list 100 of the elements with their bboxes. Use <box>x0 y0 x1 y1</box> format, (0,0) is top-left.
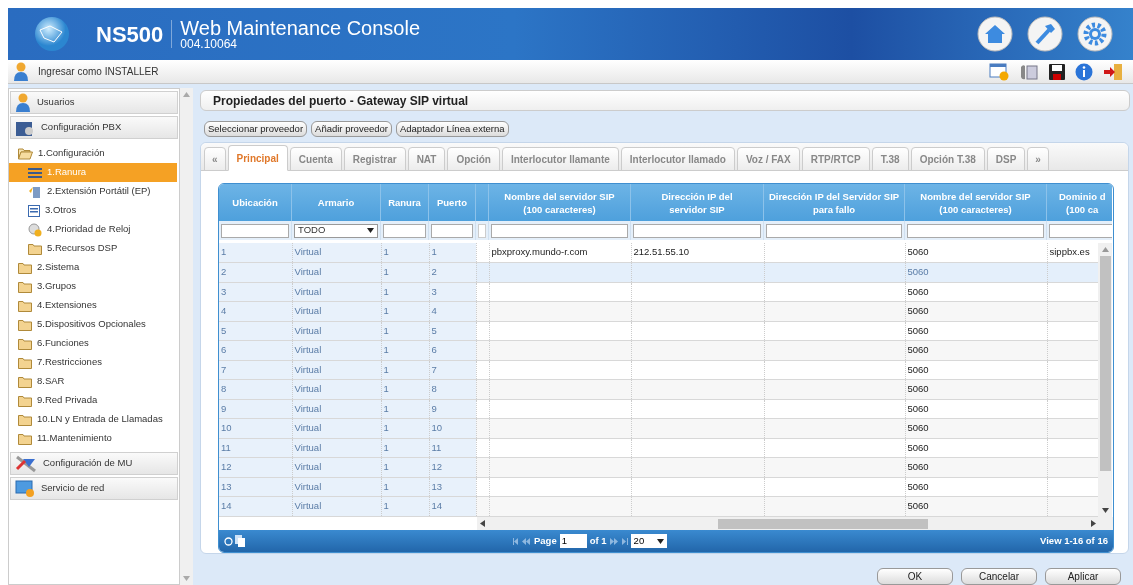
calendar-icon[interactable] <box>989 62 1009 81</box>
table-cell: 5060 <box>907 285 929 297</box>
network-computer-icon <box>15 479 35 498</box>
table-cell: 12 <box>431 461 443 473</box>
filter-field[interactable] <box>221 223 289 238</box>
vertical-scrollbar[interactable] <box>1098 243 1112 517</box>
table-cell: 1 <box>383 441 389 453</box>
table-row[interactable]: 14 Virtual 1 14 5060 <box>219 496 1098 516</box>
table-row[interactable]: 12 Virtual 1 12 5060 <box>219 457 1098 477</box>
table-cell: 3 <box>431 285 437 297</box>
sidebar-section-header[interactable]: Usuarios <box>10 91 178 114</box>
scroll-left-arrow-icon[interactable] <box>480 520 485 527</box>
table-cell: 5060 <box>907 402 929 414</box>
filter-field[interactable] <box>383 223 426 238</box>
table-cell: 12 <box>221 461 232 473</box>
filter-field[interactable] <box>431 223 473 238</box>
table-row[interactable]: 9 Virtual 1 9 5060 <box>219 399 1098 419</box>
table-cell: Virtual <box>294 480 322 492</box>
table-row[interactable]: 3 Virtual 1 3 5060 <box>219 282 1098 302</box>
table-cell: 9 <box>431 402 437 414</box>
tools-icon <box>15 454 37 473</box>
table-cell: Virtual <box>294 500 322 512</box>
tree-item[interactable]: 1.Configuración <box>9 144 177 163</box>
sidebar-section-header[interactable]: Configuración de MU <box>10 452 178 475</box>
tree-item[interactable]: 4.Prioridad de Reloj <box>9 220 177 239</box>
table-row[interactable]: 8 Virtual 1 8 5060 <box>219 379 1098 399</box>
scroll-up-arrow-icon[interactable] <box>1101 247 1109 252</box>
hammer-icon[interactable] <box>1027 16 1063 52</box>
tree-item[interactable]: 2.Sistema <box>9 258 177 277</box>
table-row[interactable]: 2 Virtual 1 2 5060 <box>219 262 1098 282</box>
tree-item[interactable]: 11.Mantenimiento <box>9 429 177 448</box>
tree-item[interactable]: 4.Extensiones <box>9 296 177 315</box>
table-row[interactable]: 4 Virtual 1 4 5060 <box>219 301 1098 321</box>
action-button[interactable]: Seleccionar proveedor <box>204 121 308 137</box>
sidebar-section-header[interactable]: Configuración PBX <box>10 116 178 139</box>
table-cell: 5060 <box>907 324 929 336</box>
table-row[interactable]: 1 Virtual 1 1 pbxproxy.mundo-r.com 212.51.55.10 5060 sippbx.es <box>219 243 1098 263</box>
scroll-up-arrow-icon[interactable] <box>183 92 190 97</box>
table-row[interactable]: 10 Virtual 1 10 5060 <box>219 418 1098 438</box>
settings-icon[interactable] <box>1077 16 1113 52</box>
save-icon[interactable] <box>1049 63 1065 80</box>
scrollbar-thumb[interactable] <box>1099 256 1111 471</box>
table-cell: 6 <box>431 344 437 356</box>
table-row[interactable]: 7 Virtual 1 7 5060 <box>219 360 1098 380</box>
table-cell: 4 <box>221 305 227 317</box>
table-row[interactable]: 6 Virtual 1 6 5060 <box>219 340 1098 360</box>
dropdown-arrow-icon <box>367 228 374 233</box>
scroll-down-arrow-icon[interactable] <box>1101 508 1109 513</box>
user-icon <box>15 92 31 113</box>
filter-field[interactable] <box>907 223 1044 238</box>
table-cell: 14 <box>221 500 232 512</box>
action-button[interactable]: Adaptador Línea externa <box>395 121 509 137</box>
tree-item[interactable]: 6.Funciones <box>9 334 177 353</box>
clock-icon <box>28 222 42 237</box>
table-cell: 1 <box>383 500 389 512</box>
footer-button[interactable]: Aplicar <box>1045 568 1121 585</box>
tree-item[interactable]: 10.LN y Entrada de Llamadas <box>9 410 177 429</box>
tree-item[interactable]: 7.Restricciones <box>9 353 177 372</box>
horizontal-scrollbar[interactable] <box>477 517 1099 530</box>
tree-item[interactable]: 8.SAR <box>9 372 177 391</box>
copy-icon[interactable] <box>235 535 245 547</box>
filter-dropdown[interactable]: TODO <box>294 223 378 238</box>
table-row[interactable]: 5 Virtual 1 5 5060 <box>219 321 1098 341</box>
info-icon[interactable] <box>1075 62 1093 81</box>
action-button[interactable]: Añadir proveedor <box>311 121 392 137</box>
logout-icon[interactable] <box>1103 62 1123 81</box>
table-cell: 13 <box>431 480 443 492</box>
first-page-icon[interactable] <box>513 537 531 545</box>
footer-button[interactable]: Cancelar <box>961 568 1037 585</box>
page-size-dropdown[interactable]: 20 <box>630 534 667 548</box>
scroll-right-arrow-icon[interactable] <box>1091 520 1096 527</box>
folder-icon <box>28 242 42 255</box>
tree-item[interactable]: 5.Dispositivos Opcionales <box>9 315 177 334</box>
table-cell: 5060 <box>907 305 929 317</box>
table-cell: 11 <box>431 441 442 453</box>
tree-item[interactable]: 3.Grupos <box>9 277 177 296</box>
scrollbar-thumb[interactable] <box>718 518 928 529</box>
filter-field[interactable] <box>478 223 486 238</box>
table-cell: 8 <box>431 383 437 395</box>
table-cell: 10 <box>221 422 232 434</box>
footer-button[interactable]: OK <box>877 568 953 585</box>
table-cell: sippbx.es <box>1049 246 1090 258</box>
tree-item[interactable]: 9.Red Privada <box>9 391 177 410</box>
tree-item[interactable]: 3.Otros <box>9 201 177 220</box>
filter-field[interactable] <box>633 223 761 238</box>
page-field[interactable]: 1 <box>559 534 587 548</box>
last-page-icon[interactable] <box>609 537 628 545</box>
table-row[interactable]: 13 Virtual 1 13 5060 <box>219 477 1098 497</box>
table-cell: 4 <box>431 305 437 317</box>
table-row[interactable]: 11 Virtual 1 11 5060 <box>219 438 1098 458</box>
table-cell: Virtual <box>294 266 322 278</box>
tree-item[interactable]: 2.Extensión Portátil (EP) <box>9 182 177 201</box>
filter-field[interactable] <box>491 223 628 238</box>
page-title: Propiedades del puerto - Gateway SIP virtual <box>213 92 469 110</box>
table-cell: 5060 <box>907 246 929 258</box>
tree-item[interactable]: 5.Recursos DSP <box>9 239 177 258</box>
sidebar-section-header[interactable]: Servicio de red <box>10 477 178 500</box>
sidebar-scrollbar[interactable] <box>180 88 193 585</box>
filter-field[interactable] <box>766 223 902 238</box>
home-icon[interactable] <box>977 16 1013 52</box>
